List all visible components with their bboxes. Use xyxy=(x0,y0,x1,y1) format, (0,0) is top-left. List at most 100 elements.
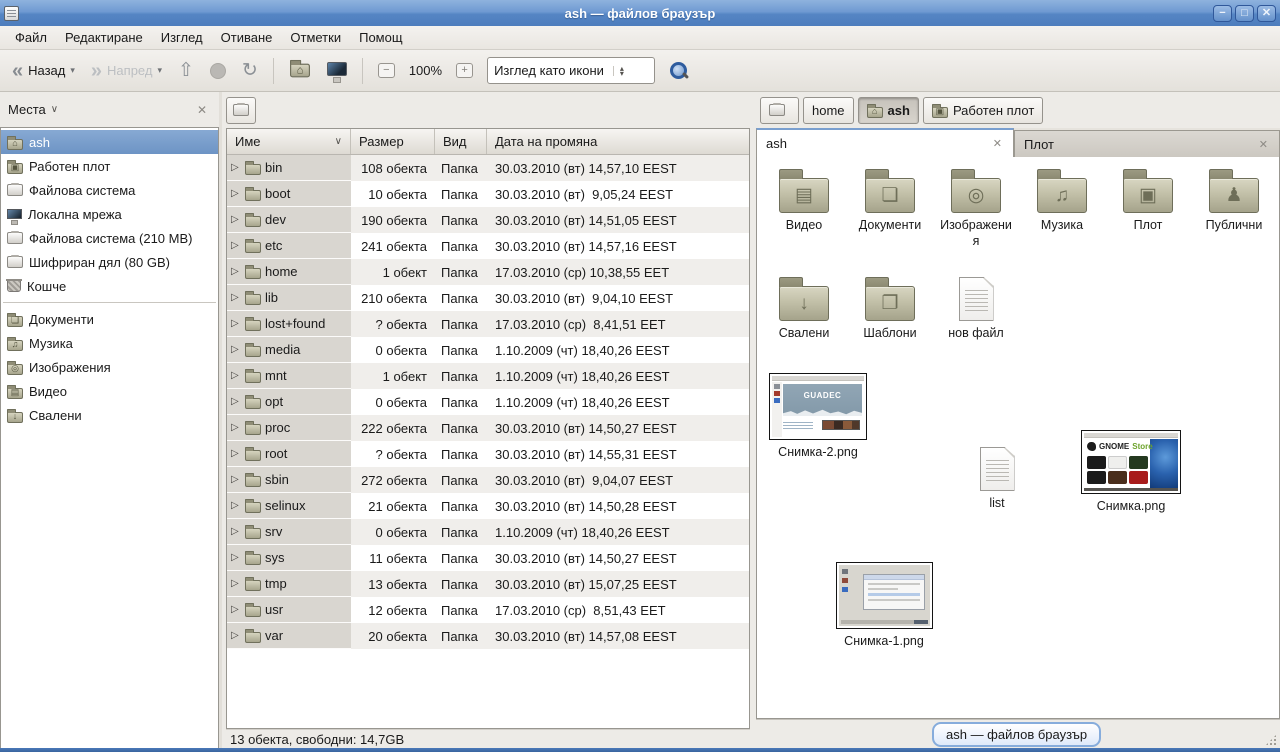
table-row[interactable]: ▷ var 20 обекта Папка 30.03.2010 (вт) 14… xyxy=(227,623,749,649)
table-row[interactable]: ▷ bin 108 обекта Папка 30.03.2010 (вт) 1… xyxy=(227,155,749,181)
expander-icon[interactable]: ▷ xyxy=(231,266,241,277)
icon-item[interactable]: Видео xyxy=(761,165,847,236)
sidebar-item[interactable]: Музика xyxy=(1,331,218,355)
path-button[interactable]: Работен плот xyxy=(923,97,1043,124)
minimize-button[interactable]: − xyxy=(1213,5,1232,22)
taskbar-window-button[interactable]: ash — файлов браузър xyxy=(932,722,1101,747)
icon-item[interactable]: Свалени xyxy=(761,273,847,344)
expander-icon[interactable]: ▷ xyxy=(231,318,241,329)
table-row[interactable]: ▷ boot 10 обекта Папка 30.03.2010 (вт) 9… xyxy=(227,181,749,207)
expander-icon[interactable]: ▷ xyxy=(231,370,241,381)
expander-icon[interactable]: ▷ xyxy=(231,526,241,537)
tab[interactable]: ash ✕ xyxy=(756,128,1014,157)
sidebar-item[interactable]: ash xyxy=(1,130,218,154)
sidebar-item[interactable]: Шифриран дял (80 GB) xyxy=(1,250,218,274)
expander-icon[interactable]: ▷ xyxy=(231,448,241,459)
column-header[interactable]: Размер xyxy=(351,129,435,154)
sidebar-close-icon[interactable]: ✕ xyxy=(193,101,211,119)
expander-icon[interactable]: ▷ xyxy=(231,422,241,433)
sidebar-item[interactable]: Изображения xyxy=(1,355,218,379)
root-path-button[interactable] xyxy=(226,97,256,124)
table-row[interactable]: ▷ home 1 обект Папка 17.03.2010 (ср) 10,… xyxy=(227,259,749,285)
expander-icon[interactable]: ▷ xyxy=(231,292,241,303)
table-row[interactable]: ▷ tmp 13 обекта Папка 30.03.2010 (вт) 15… xyxy=(227,571,749,597)
home-button[interactable] xyxy=(283,61,317,80)
stop-button[interactable] xyxy=(204,59,232,83)
table-row[interactable]: ▷ sbin 272 обекта Папка 30.03.2010 (вт) … xyxy=(227,467,749,493)
menu-item[interactable]: Изглед xyxy=(152,27,212,48)
file-snimka[interactable]: GNOME Store Снимка.png xyxy=(1075,430,1187,515)
path-button[interactable] xyxy=(760,97,799,124)
icon-item[interactable]: Изображения xyxy=(933,165,1019,251)
tab-close-icon[interactable]: ✕ xyxy=(1257,138,1270,151)
zoom-out-button[interactable]: − xyxy=(372,59,401,82)
table-row[interactable]: ▷ lib 210 обекта Папка 30.03.2010 (вт) 9… xyxy=(227,285,749,311)
menu-item[interactable]: Редактиране xyxy=(56,27,152,48)
icon-view[interactable]: Видео Документи Изображения xyxy=(756,157,1280,719)
forward-button[interactable]: » Напред ▾ xyxy=(85,59,168,83)
tab[interactable]: Плот ✕ xyxy=(1014,130,1280,157)
path-button[interactable]: ash xyxy=(858,97,919,124)
file-list[interactable]: list xyxy=(957,445,1037,512)
column-header[interactable]: Вид xyxy=(435,129,487,154)
reload-button[interactable]: ↻ xyxy=(236,58,264,84)
icon-item[interactable]: Шаблони xyxy=(847,273,933,344)
expander-icon[interactable]: ▷ xyxy=(231,162,241,173)
sidebar-item[interactable]: Видео xyxy=(1,379,218,403)
titlebar[interactable]: ash — файлов браузър − □ ✕ xyxy=(0,0,1280,26)
table-row[interactable]: ▷ lost+found ? обекта Папка 17.03.2010 (… xyxy=(227,311,749,337)
table-row[interactable]: ▷ media 0 обекта Папка 1.10.2009 (чт) 18… xyxy=(227,337,749,363)
table-row[interactable]: ▷ sys 11 обекта Папка 30.03.2010 (вт) 14… xyxy=(227,545,749,571)
expander-icon[interactable]: ▷ xyxy=(231,396,241,407)
column-header[interactable]: Име xyxy=(227,129,351,154)
sidebar-item[interactable]: Кошче xyxy=(1,274,218,298)
expander-icon[interactable]: ▷ xyxy=(231,344,241,355)
back-dropdown-icon[interactable]: ▾ xyxy=(70,65,75,76)
chevron-down-icon[interactable]: ∨ xyxy=(51,104,58,115)
zoom-in-button[interactable]: + xyxy=(450,59,479,82)
icon-item[interactable]: нов файл xyxy=(933,273,1019,344)
sidebar-item[interactable]: Файлова система (210 MB) xyxy=(1,226,218,250)
path-button[interactable]: home xyxy=(803,97,854,124)
sidebar-item[interactable]: Документи xyxy=(1,307,218,331)
table-row[interactable]: ▷ root ? обекта Папка 30.03.2010 (вт) 14… xyxy=(227,441,749,467)
file-snimka-2[interactable]: GUADEC Снимка-2.png xyxy=(765,373,871,461)
table-row[interactable]: ▷ usr 12 обекта Папка 17.03.2010 (ср) 8,… xyxy=(227,597,749,623)
icon-item[interactable]: Публични xyxy=(1191,165,1277,236)
file-snimka-1[interactable]: Снимка-1.png xyxy=(831,562,937,650)
sidebar-item[interactable]: Свалени xyxy=(1,403,218,427)
close-button[interactable]: ✕ xyxy=(1257,5,1276,22)
column-header[interactable]: Дата на промяна xyxy=(487,129,749,154)
table-row[interactable]: ▷ selinux 21 обекта Папка 30.03.2010 (вт… xyxy=(227,493,749,519)
maximize-button[interactable]: □ xyxy=(1235,5,1254,22)
expander-icon[interactable]: ▷ xyxy=(231,552,241,563)
icon-item[interactable]: Музика xyxy=(1019,165,1105,236)
table-row[interactable]: ▷ dev 190 обекта Папка 30.03.2010 (вт) 1… xyxy=(227,207,749,233)
back-button[interactable]: « Назад ▾ xyxy=(6,59,81,83)
up-button[interactable]: ⇧ xyxy=(172,58,200,84)
sidebar-item[interactable]: Локална мрежа xyxy=(1,202,218,226)
expander-icon[interactable]: ▷ xyxy=(231,188,241,199)
expander-icon[interactable]: ▷ xyxy=(231,604,241,615)
expander-icon[interactable]: ▷ xyxy=(231,214,241,225)
search-button[interactable] xyxy=(669,61,689,81)
menu-item[interactable]: Файл xyxy=(6,27,56,48)
expander-icon[interactable]: ▷ xyxy=(231,630,241,641)
menu-item[interactable]: Отиване xyxy=(212,27,282,48)
table-row[interactable]: ▷ etc 241 обекта Папка 30.03.2010 (вт) 1… xyxy=(227,233,749,259)
sidebar-item[interactable]: Работен плот xyxy=(1,154,218,178)
expander-icon[interactable]: ▷ xyxy=(231,578,241,589)
expander-icon[interactable]: ▷ xyxy=(231,500,241,511)
sidebar-item[interactable]: Файлова система xyxy=(1,178,218,202)
table-row[interactable]: ▷ mnt 1 обект Папка 1.10.2009 (чт) 18,40… xyxy=(227,363,749,389)
sidebar-title[interactable]: Места xyxy=(8,102,46,117)
menu-item[interactable]: Отметки xyxy=(281,27,350,48)
view-mode-select[interactable]: Изглед като икони ▴▾ xyxy=(487,57,655,84)
table-row[interactable]: ▷ srv 0 обекта Папка 1.10.2009 (чт) 18,4… xyxy=(227,519,749,545)
icon-item[interactable]: Документи xyxy=(847,165,933,236)
menu-item[interactable]: Помощ xyxy=(350,27,411,48)
table-row[interactable]: ▷ proc 222 обекта Папка 30.03.2010 (вт) … xyxy=(227,415,749,441)
expander-icon[interactable]: ▷ xyxy=(231,240,241,251)
icon-item[interactable]: Плот xyxy=(1105,165,1191,236)
computer-button[interactable] xyxy=(321,58,353,84)
